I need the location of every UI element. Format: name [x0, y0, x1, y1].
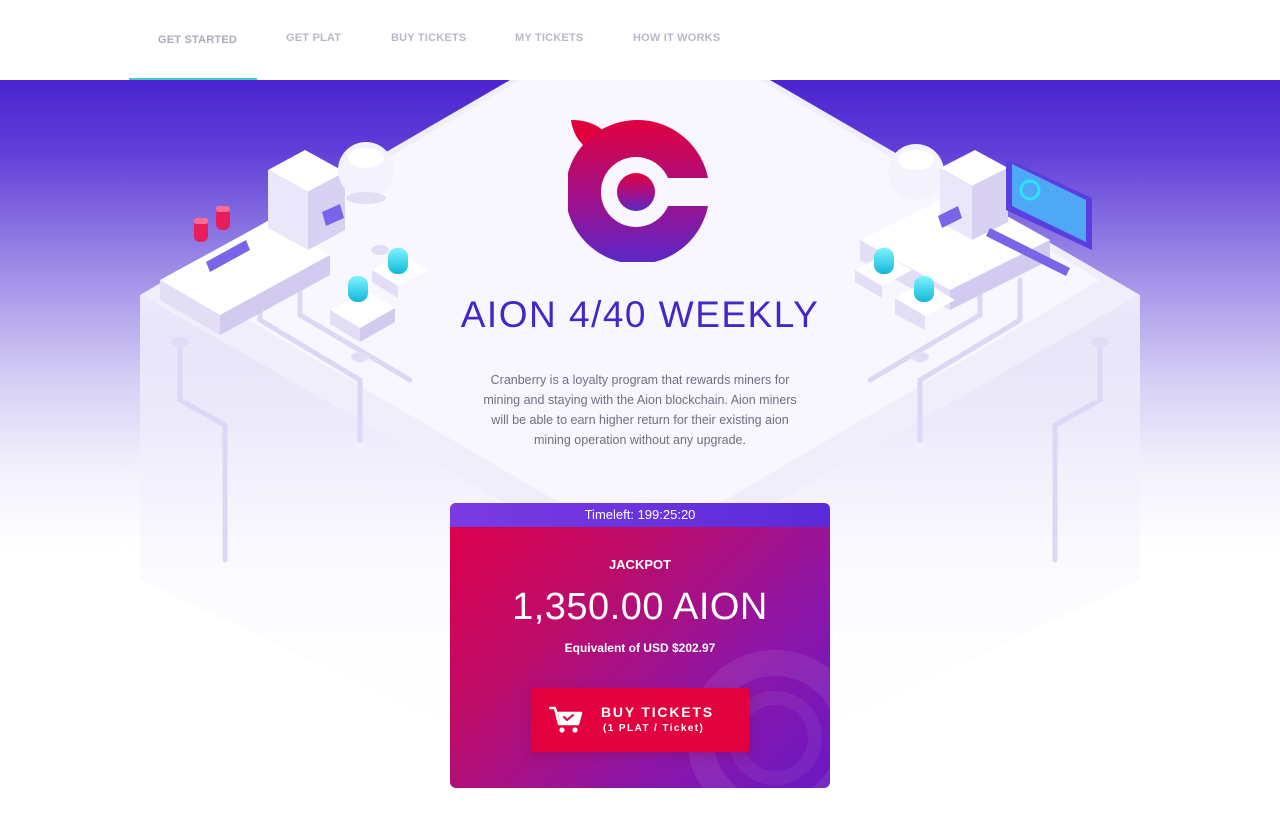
nav-tab-label: BUY TICKETS [391, 32, 467, 44]
buy-tickets-label: BUY TICKETS [601, 704, 714, 720]
hero-description: Cranberry is a loyalty program that rewa… [483, 373, 797, 447]
nav-tab-get-started[interactable]: GET STARTED [129, 0, 257, 80]
hero-section: AION 4/40 WEEKLY Cranberry is a loyalty … [0, 80, 1280, 815]
nav-tab-label: GET PLAT [286, 32, 342, 44]
page-title: AION 4/40 WEEKLY [460, 294, 820, 335]
jackpot-usd-equivalent: Equivalent of USD $202.97 [564, 641, 716, 655]
nav-tab-label: HOW IT WORKS [633, 32, 721, 44]
nav-tab-label: GET STARTED [158, 34, 237, 46]
nav-tab-get-plat[interactable]: GET PLAT [286, 0, 346, 80]
countdown-timer: Timeleft: 199:25:20 [450, 503, 830, 527]
buy-tickets-price: (1 PLAT / Ticket) [603, 723, 705, 734]
jackpot-card: Timeleft: 199:25:20 JACKPOT 1,350.00 AIO… [450, 503, 830, 788]
cranberry-logo [568, 120, 708, 262]
top-nav: GET STARTED GET PLAT BUY TICKETS MY TICK… [0, 0, 1280, 80]
buy-tickets-button[interactable]: BUY TICKETS (1 PLAT / Ticket) [531, 688, 749, 752]
jackpot-amount: 1,350.00 AION [512, 586, 768, 628]
nav-tab-how-it-works[interactable]: HOW IT WORKS [633, 0, 723, 80]
shopping-cart-icon [549, 706, 583, 733]
nav-tab-buy-tickets[interactable]: BUY TICKETS [391, 0, 471, 80]
jackpot-label: JACKPOT [608, 557, 672, 572]
nav-tab-my-tickets[interactable]: MY TICKETS [515, 0, 585, 80]
nav-tab-label: MY TICKETS [515, 32, 584, 44]
